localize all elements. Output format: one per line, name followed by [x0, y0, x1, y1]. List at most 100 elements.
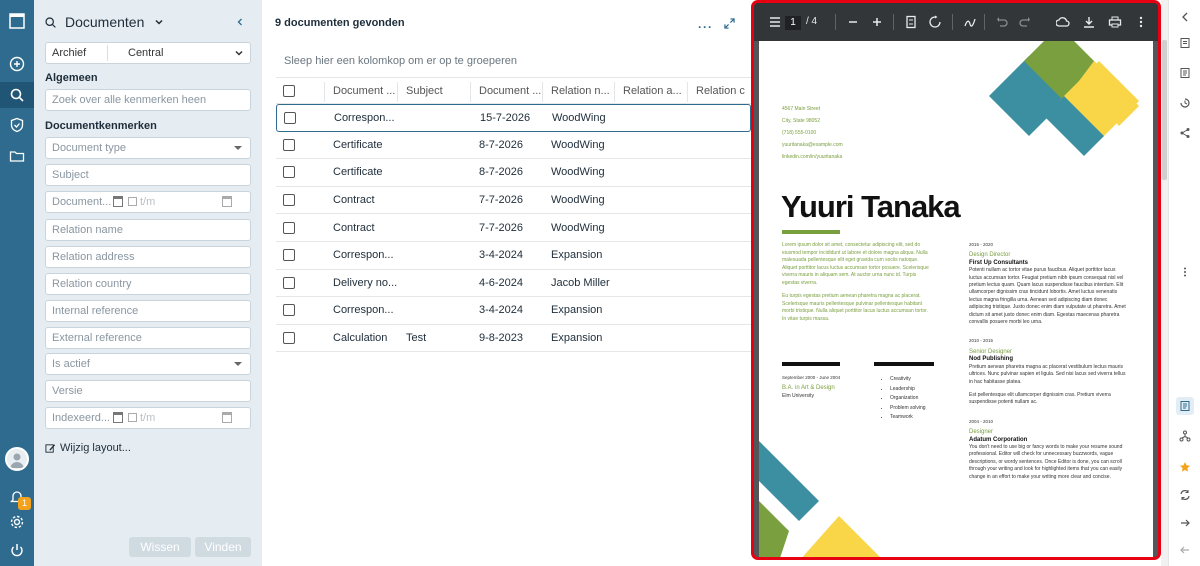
pdf-toolbar: 1 / 4 — [754, 3, 1158, 41]
more-vert-icon[interactable] — [1134, 15, 1148, 29]
column-header-relation-country[interactable]: Relation c — [696, 78, 751, 103]
row-checkbox[interactable] — [283, 214, 295, 241]
collapse-panel-icon[interactable] — [235, 17, 245, 27]
subject-field[interactable]: Subject — [45, 164, 251, 186]
find-button[interactable]: Vinden — [195, 537, 251, 557]
star-icon[interactable] — [1176, 458, 1194, 476]
table-row[interactable]: Calculation Test 9-8-2023 Expansion — [276, 325, 751, 353]
zoom-out-icon[interactable] — [846, 15, 860, 29]
more-vert-icon[interactable] — [1176, 263, 1194, 281]
chevron-down-icon[interactable] — [154, 17, 164, 27]
date-checkbox[interactable] — [128, 413, 137, 422]
power-icon[interactable] — [0, 537, 34, 563]
cell-document-date: 7-7-2026 — [479, 221, 524, 234]
table-row[interactable]: Contract 7-7-2026 WoodWing — [276, 187, 751, 215]
archive-select[interactable]: Archief Central — [45, 42, 251, 64]
draw-icon[interactable] — [963, 15, 977, 29]
relation-name-field[interactable]: Relation name — [45, 219, 251, 241]
chevron-left-icon[interactable] — [1176, 8, 1194, 26]
folder-icon[interactable] — [0, 143, 34, 169]
row-checkbox[interactable] — [283, 132, 295, 159]
table-row[interactable]: Correspon... 3-4-2024 Expansion — [276, 242, 751, 270]
table-row[interactable]: Contract 7-7-2026 WoodWing — [276, 214, 751, 242]
is-active-select[interactable]: Is actief — [45, 353, 251, 375]
document-preview-icon[interactable] — [1176, 397, 1194, 415]
column-header-document-date[interactable]: Document ... — [479, 78, 543, 103]
menu-icon[interactable] — [768, 15, 782, 29]
arrow-left-icon[interactable] — [1176, 541, 1194, 559]
cell-subject — [406, 187, 466, 214]
row-checkbox[interactable] — [283, 242, 295, 269]
page-number-input[interactable]: 1 — [785, 16, 801, 30]
cell-subject — [406, 270, 466, 297]
cell-relation-name: WoodWing — [551, 221, 605, 234]
undo-icon[interactable] — [995, 15, 1009, 29]
redo-icon[interactable] — [1018, 15, 1032, 29]
history-icon[interactable] — [1176, 94, 1194, 112]
cell-subject — [407, 105, 467, 131]
calendar-icon[interactable] — [113, 412, 123, 423]
add-icon[interactable] — [0, 51, 34, 77]
general-search-input[interactable]: Zoek over alle kenmerken heen — [45, 89, 251, 111]
calendar-icon[interactable] — [222, 412, 232, 423]
avatar[interactable] — [5, 447, 29, 471]
save-to-drive-icon[interactable] — [1056, 15, 1070, 29]
arrow-right-icon[interactable] — [1176, 514, 1194, 532]
internal-reference-field[interactable]: Internal reference — [45, 300, 251, 322]
table-row[interactable]: Certificate 8-7-2026 WoodWing — [276, 132, 751, 160]
grid-header: Document ... Subject Document ... Relati… — [276, 77, 751, 104]
calendar-icon[interactable] — [113, 196, 123, 207]
column-header-document-type[interactable]: Document ... — [333, 78, 397, 103]
version-field[interactable]: Versie — [45, 380, 251, 402]
more-options-icon[interactable]: ··· — [698, 20, 713, 34]
table-row[interactable]: Delivery no... 4-6-2024 Jacob Miller — [276, 270, 751, 298]
app-logo-icon[interactable] — [0, 8, 34, 34]
relation-address-field[interactable]: Relation address — [45, 246, 251, 268]
row-checkbox[interactable] — [283, 270, 295, 297]
cell-document-type: Correspon... — [334, 111, 395, 124]
indexed-date-range[interactable]: Indexeerd... t/m — [45, 407, 251, 429]
document-details-icon[interactable] — [1176, 64, 1194, 82]
date-checkbox[interactable] — [128, 197, 137, 206]
skills-list: Creativity Leadership Organization Probl… — [884, 375, 926, 423]
table-row[interactable]: Certificate 8-7-2026 WoodWing — [276, 159, 751, 187]
calendar-icon[interactable] — [222, 196, 232, 207]
column-header-subject[interactable]: Subject — [406, 78, 466, 103]
row-checkbox[interactable] — [283, 187, 295, 214]
row-checkbox[interactable] — [284, 105, 296, 131]
print-icon[interactable] — [1108, 15, 1122, 29]
change-layout-link[interactable]: Wijzig layout... — [45, 442, 131, 454]
viewer-scrollbar-thumb[interactable] — [1162, 40, 1167, 180]
column-header-relation-name[interactable]: Relation n... — [551, 78, 615, 103]
row-checkbox[interactable] — [283, 325, 295, 352]
sync-icon[interactable] — [1176, 486, 1194, 504]
document-date-range[interactable]: Document... t/m — [45, 191, 251, 213]
row-checkbox[interactable] — [283, 159, 295, 186]
clear-button[interactable]: Wissen — [129, 537, 191, 557]
cell-relation-name: WoodWing — [551, 194, 605, 207]
shield-icon[interactable] — [0, 112, 34, 138]
workflow-icon[interactable] — [1176, 427, 1194, 445]
rotate-icon[interactable] — [928, 15, 942, 29]
right-toolbar — [1168, 0, 1200, 566]
zoom-in-icon[interactable] — [870, 15, 884, 29]
share-icon[interactable] — [1176, 124, 1194, 142]
cell-document-type: Certificate — [333, 166, 383, 179]
download-icon[interactable] — [1082, 15, 1096, 29]
cell-relation-name: WoodWing — [552, 111, 606, 124]
relation-country-field[interactable]: Relation country — [45, 273, 251, 295]
section-doc-properties: Documentkenmerken — [45, 120, 157, 132]
table-row[interactable]: Correspon... 3-4-2024 Expansion — [276, 297, 751, 325]
table-row[interactable]: Correspon... 15-7-2026 WoodWing — [276, 104, 751, 132]
row-checkbox[interactable] — [283, 297, 295, 324]
notes-icon[interactable] — [1176, 34, 1194, 52]
fit-page-icon[interactable] — [904, 15, 918, 29]
document-type-select[interactable]: Document type — [45, 137, 251, 159]
select-all-checkbox[interactable] — [283, 78, 295, 103]
column-header-relation-address[interactable]: Relation a... — [623, 78, 687, 103]
expand-icon[interactable] — [724, 18, 735, 29]
external-reference-field[interactable]: External reference — [45, 327, 251, 349]
settings-icon[interactable] — [0, 509, 34, 535]
search-icon[interactable] — [0, 82, 34, 108]
intro-text: Lorem ipsum dolor sit amet, consectetur … — [782, 242, 929, 322]
